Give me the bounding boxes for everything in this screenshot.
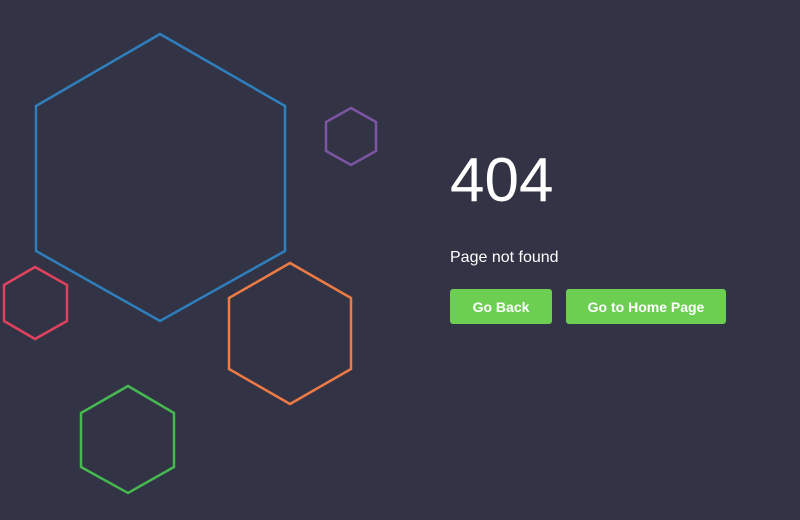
- error-code: 404: [450, 146, 554, 215]
- hexagon-red: [2, 265, 69, 341]
- hexagon-large-blue: [34, 32, 287, 323]
- hexagon-green: [79, 384, 176, 495]
- error-message: Page not found: [450, 249, 559, 266]
- action-buttons: Go Back Go to Home Page: [450, 289, 726, 324]
- go-back-button[interactable]: Go Back: [450, 289, 552, 324]
- hexagon-orange: [227, 261, 353, 406]
- error-content: 404 Page not found Go Back Go to Home Pa…: [450, 150, 726, 324]
- go-home-button[interactable]: Go to Home Page: [566, 289, 726, 324]
- hexagon-small-purple: [324, 106, 378, 167]
